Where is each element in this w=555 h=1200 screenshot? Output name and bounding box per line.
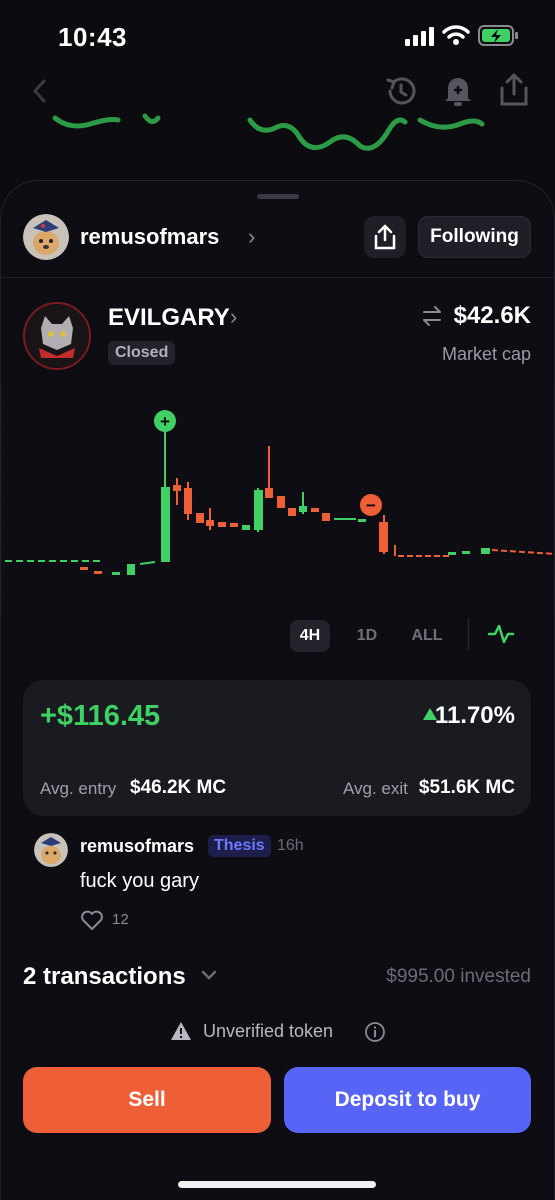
like-count: 12 [112, 911, 129, 928]
candle [277, 496, 285, 508]
pnl-percent: 11.70% [434, 702, 515, 729]
home-indicator[interactable] [178, 1181, 376, 1188]
share-icon [374, 224, 396, 250]
history-icon[interactable] [384, 74, 418, 108]
candle [358, 519, 366, 522]
background-wave [52, 113, 485, 151]
comment-text: fuck you gary [80, 870, 199, 892]
info-icon[interactable] [364, 1021, 386, 1043]
clock: 10:43 [58, 22, 127, 52]
share-icon[interactable] [498, 72, 530, 108]
transactions-toggle[interactable]: 2 transactions [23, 963, 186, 991]
token-avatar[interactable] [23, 302, 91, 370]
chevron-right-icon: › [230, 304, 238, 329]
chevron-right-icon: › [248, 224, 256, 249]
invested-amount: $995.00 invested [386, 966, 531, 987]
candle [288, 508, 296, 516]
comment-avatar[interactable] [34, 833, 68, 867]
timeframe-all[interactable]: ALL [405, 620, 449, 652]
warning-icon [171, 1022, 191, 1040]
candle [218, 522, 226, 527]
candle [184, 488, 192, 514]
dog-avatar-icon [23, 214, 69, 260]
unverified-token-label: Unverified token [203, 1021, 334, 1041]
candle [127, 564, 135, 575]
back-chevron-icon[interactable] [30, 78, 50, 104]
dog-avatar-icon [34, 833, 68, 867]
deposit-to-buy-button[interactable]: Deposit to buy [284, 1067, 531, 1133]
divider [468, 618, 469, 650]
username[interactable]: remusofmars [80, 224, 219, 250]
candle [254, 490, 263, 530]
candle [80, 567, 88, 570]
heart-icon[interactable] [80, 909, 104, 931]
pnl-value: +$116.45 [40, 700, 161, 732]
avg-entry-value: $46.2K MC [130, 777, 227, 798]
line-chart-toggle-icon[interactable] [487, 622, 515, 646]
sell-button[interactable]: Sell [23, 1067, 271, 1133]
token-name[interactable]: EVILGARY [108, 304, 230, 332]
cat-token-icon [25, 304, 89, 368]
battery-icon [478, 25, 518, 46]
signal-icon [405, 27, 434, 46]
candle [481, 548, 490, 554]
price-chart: + − [0, 390, 555, 610]
chevron-down-icon[interactable] [200, 968, 218, 982]
timeframe-4h[interactable]: 4H [290, 620, 330, 652]
share-profile-button[interactable] [364, 216, 406, 258]
avatar[interactable] [23, 214, 69, 260]
timeframe-1d[interactable]: 1D [348, 620, 386, 652]
comment-author[interactable]: remusofmars [80, 836, 194, 857]
candle [379, 522, 388, 552]
wifi-icon [442, 25, 470, 45]
avg-exit-value: $51.6K MC [418, 777, 515, 798]
candle [206, 520, 214, 526]
thesis-badge: Thesis [208, 835, 271, 857]
candle [299, 506, 307, 512]
avg-exit-label: Avg. exit [343, 779, 408, 798]
market-cap-value: $42.6K [453, 302, 531, 329]
candle [196, 513, 204, 523]
status-badge: Closed [108, 341, 176, 365]
candle [311, 508, 319, 512]
swap-icon[interactable] [421, 305, 443, 332]
candle [230, 523, 238, 527]
following-button[interactable]: Following [418, 216, 531, 258]
comment-time: 16h [277, 837, 304, 854]
divider [0, 277, 555, 278]
bell-plus-icon[interactable] [444, 74, 472, 108]
candle [242, 525, 250, 530]
sell-marker-label: − [366, 496, 376, 515]
candle [265, 488, 273, 498]
buy-marker-label: + [160, 412, 170, 431]
candle [112, 572, 120, 575]
candle [94, 571, 102, 574]
sheet-grabber[interactable] [257, 194, 299, 199]
status-bar: 10:43 [0, 0, 555, 70]
candle [322, 513, 330, 521]
candle [448, 552, 456, 555]
avg-entry-label: Avg. entry [40, 779, 117, 798]
candle [173, 485, 181, 491]
candle [462, 551, 470, 554]
buy-marker: + [154, 410, 176, 432]
market-cap-label: Market cap [441, 344, 531, 364]
sell-marker: − [360, 494, 382, 516]
candle [161, 487, 170, 562]
